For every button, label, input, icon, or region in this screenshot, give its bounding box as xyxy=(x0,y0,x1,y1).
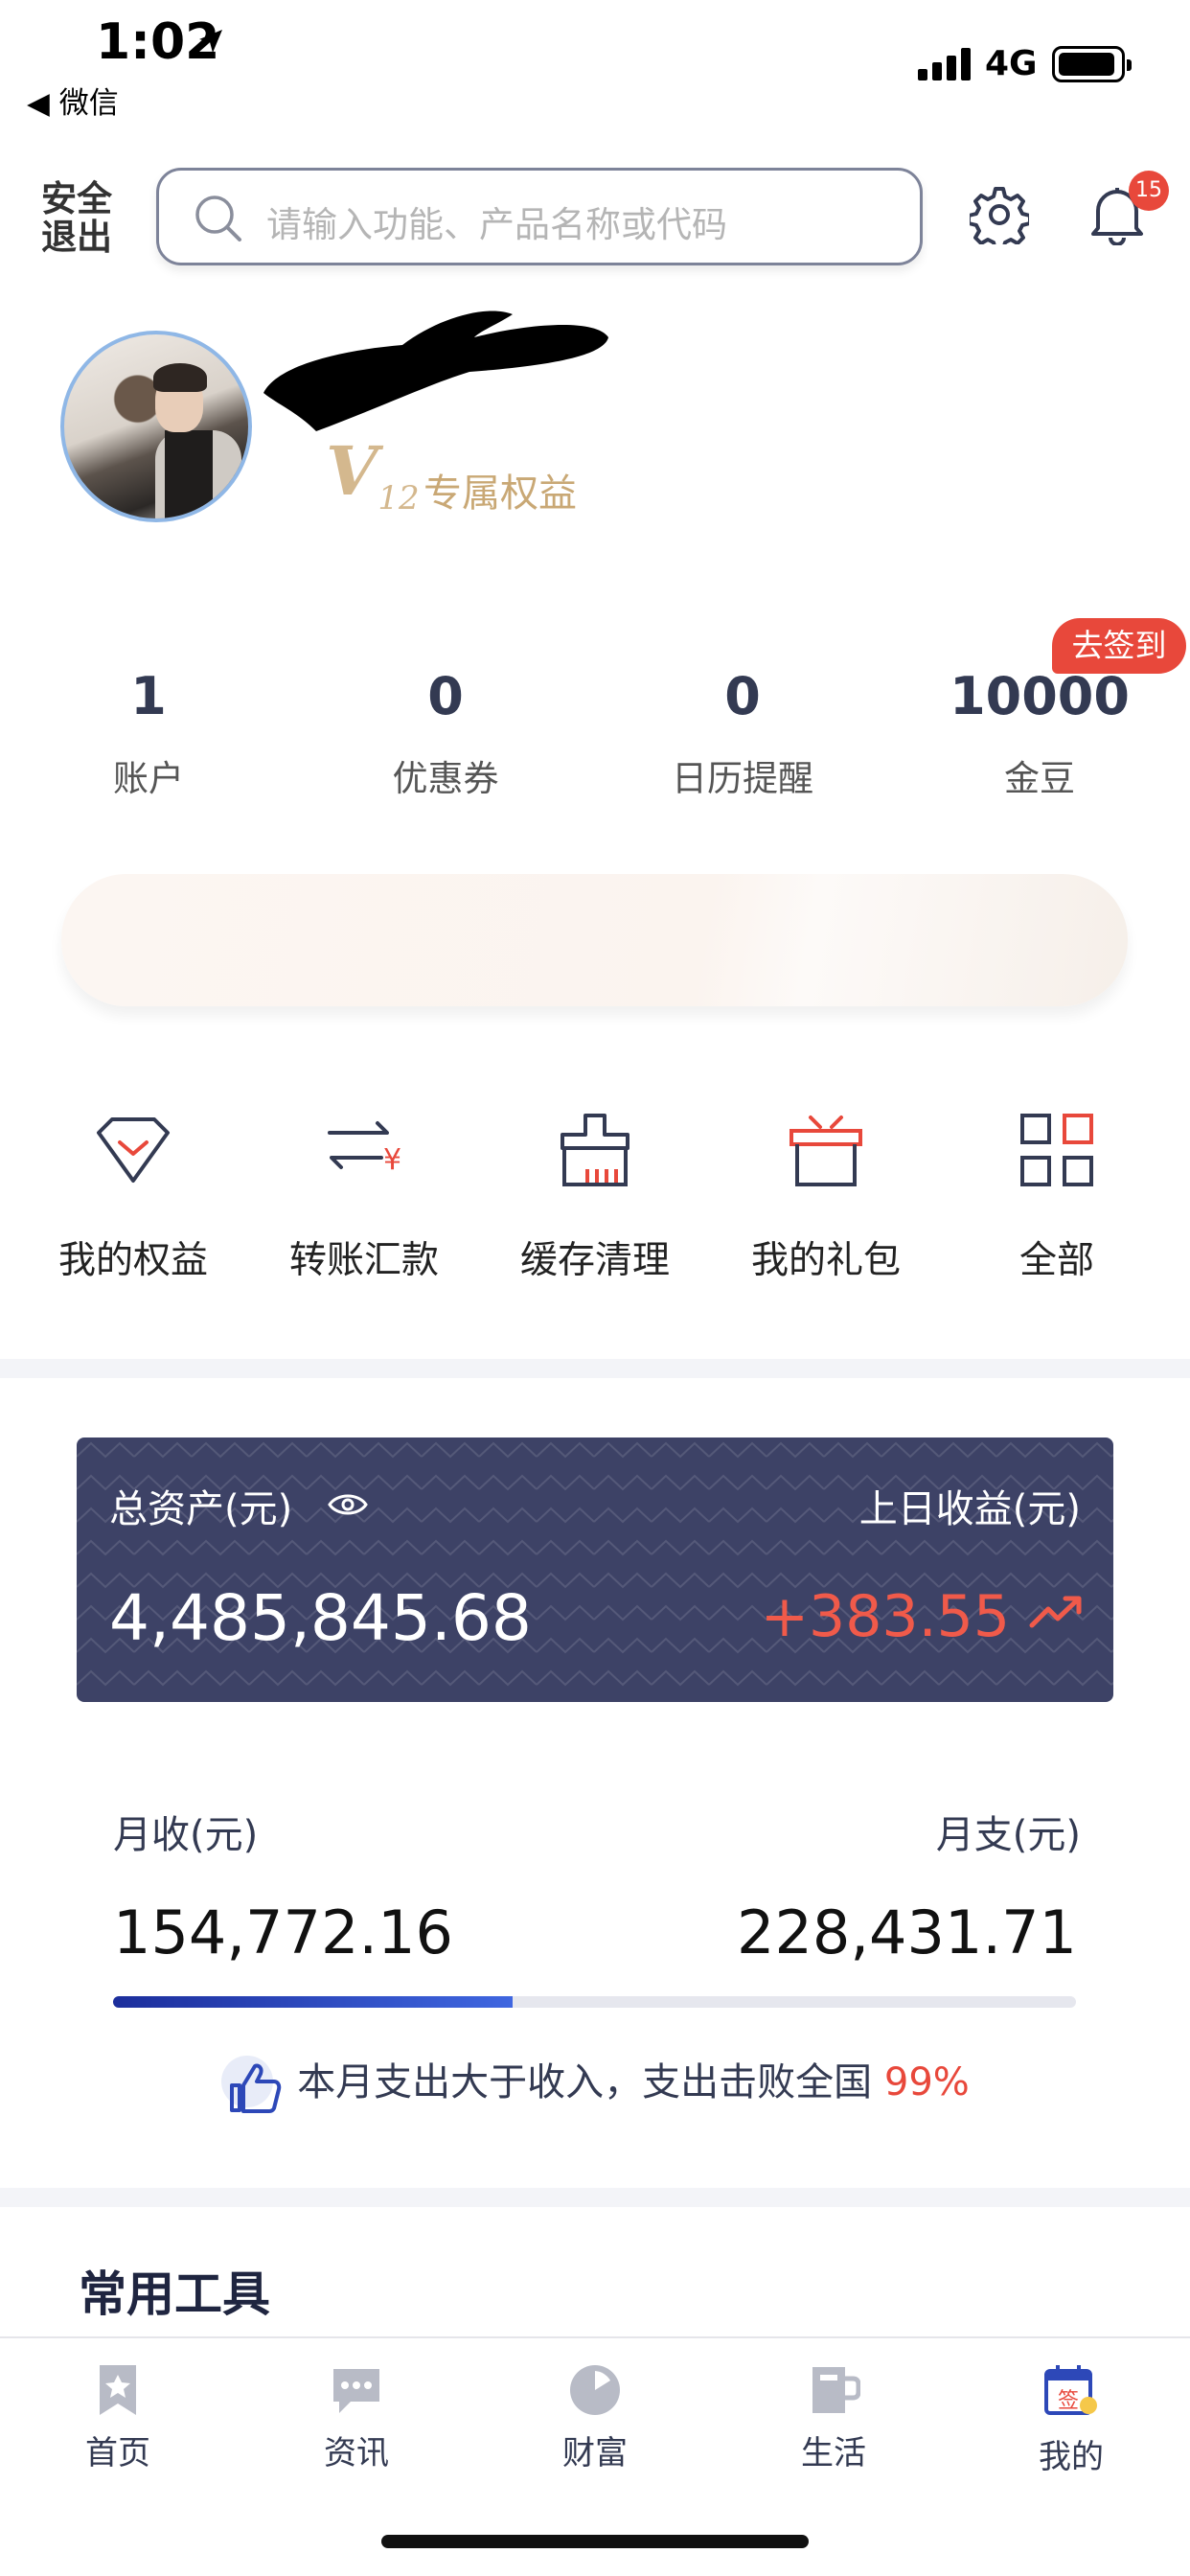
stat-gold-beans[interactable]: 10000 金豆 xyxy=(925,666,1155,801)
quick-menu-my-gifts[interactable]: 我的礼包 xyxy=(716,1112,936,1284)
chat-icon xyxy=(333,2369,379,2413)
search-icon xyxy=(195,196,241,242)
transfer-icon: ¥ xyxy=(328,1121,401,1177)
stat-label: 金豆 xyxy=(1004,758,1075,799)
quick-menu-label: 转账汇款 xyxy=(288,1239,439,1282)
monthly-expense-label: 月支(元) xyxy=(935,1813,1081,1857)
quick-menu-all[interactable]: 全部 xyxy=(947,1112,1167,1284)
stat-label: 账户 xyxy=(113,758,184,799)
notification-count-badge: 15 xyxy=(1129,171,1169,211)
back-to-wechat-link[interactable]: ◀ 微信 xyxy=(27,79,119,122)
tab-label: 资讯 xyxy=(324,2434,389,2472)
tab-label: 财富 xyxy=(562,2434,628,2472)
tab-mine[interactable]: 签 我的 xyxy=(999,2363,1143,2477)
avatar[interactable] xyxy=(60,331,252,522)
income-expense-progress-bar xyxy=(113,1996,1076,2008)
progress-fill xyxy=(113,1996,514,2008)
vip-level-number: 12 xyxy=(378,479,420,518)
quick-menu-my-benefits[interactable]: 我的权益 xyxy=(23,1112,243,1284)
thumbs-up-icon xyxy=(221,2056,282,2113)
monthly-income-label: 月收(元) xyxy=(113,1813,259,1857)
vip-benefits-link[interactable]: 专属权益 xyxy=(423,462,577,518)
common-tools-title: 常用工具 xyxy=(79,2266,270,2322)
monthly-expense-value: 228,431.71 xyxy=(737,1898,1077,1967)
stat-value: 10000 xyxy=(950,666,1130,726)
tab-label: 我的 xyxy=(1039,2438,1104,2476)
settings-gear-icon[interactable] xyxy=(970,185,1029,244)
stat-calendar-reminders[interactable]: 0 日历提醒 xyxy=(628,666,858,801)
yesterday-earnings-label: 上日收益(元) xyxy=(858,1487,1081,1531)
vip-level-letter: V xyxy=(326,431,378,511)
stat-coupons[interactable]: 0 优惠券 xyxy=(331,666,561,801)
yesterday-earnings-value: +383.55 xyxy=(760,1583,1010,1650)
gift-icon xyxy=(790,1116,862,1186)
svg-text:¥: ¥ xyxy=(383,1143,401,1177)
broom-icon xyxy=(561,1114,629,1186)
quick-menu-transfer[interactable]: ¥ 转账汇款 xyxy=(254,1112,474,1284)
pie-icon xyxy=(570,2365,620,2415)
location-arrow-icon xyxy=(199,30,222,53)
quick-menu-label: 缓存清理 xyxy=(519,1239,670,1282)
grid-icon xyxy=(1020,1114,1093,1186)
logout-button[interactable]: 安全退出 xyxy=(38,180,115,257)
trend-up-icon xyxy=(1029,1596,1082,1628)
cup-icon xyxy=(812,2367,860,2413)
quick-menu-label: 我的权益 xyxy=(57,1239,208,1282)
quick-menu-cache-clean[interactable]: 缓存清理 xyxy=(485,1112,705,1284)
tab-label: 生活 xyxy=(801,2434,866,2472)
stat-accounts[interactable]: 1 账户 xyxy=(34,666,263,801)
tab-label: 首页 xyxy=(85,2434,150,2472)
total-assets-card[interactable]: 总资产(元) 4,485,845.68 上日收益(元) +383.55 xyxy=(77,1438,1113,1702)
tab-home[interactable]: 首页 xyxy=(46,2363,190,2473)
total-assets-label: 总资产(元) xyxy=(109,1487,293,1531)
vip-level-badge[interactable]: V12 xyxy=(326,431,420,518)
redacted-username xyxy=(263,310,608,431)
signal-strength-icon xyxy=(918,48,973,80)
total-assets-value: 4,485,845.68 xyxy=(109,1581,532,1655)
checkin-button[interactable]: 去签到 xyxy=(1052,618,1186,674)
tip-percent: 99% xyxy=(883,2060,970,2104)
stat-label: 日历提醒 xyxy=(672,758,813,799)
search-input[interactable]: 请输入功能、产品名称或代码 xyxy=(156,168,923,265)
stat-value: 1 xyxy=(130,666,167,726)
section-divider xyxy=(0,2188,1190,2207)
quick-menu-label: 我的礼包 xyxy=(750,1239,901,1282)
svg-text:签: 签 xyxy=(1058,2389,1079,2413)
search-placeholder: 请输入功能、产品名称或代码 xyxy=(266,204,727,245)
stat-value: 0 xyxy=(427,666,464,726)
spending-tip: 本月支出大于收入，支出击败全国 99% xyxy=(0,2051,1190,2116)
quick-menu-label: 全部 xyxy=(1018,1239,1094,1282)
stat-label: 优惠券 xyxy=(392,758,499,799)
section-divider xyxy=(0,1359,1190,1378)
monthly-income-value: 154,772.16 xyxy=(113,1898,453,1967)
tip-text: 本月支出大于收入，支出击败全国 xyxy=(297,2060,884,2104)
tab-news[interactable]: 资讯 xyxy=(285,2363,428,2473)
status-bar: 1:02 ◀ 微信 4G xyxy=(0,0,1190,122)
home-indicator[interactable] xyxy=(381,2535,809,2548)
eye-icon[interactable] xyxy=(328,1490,368,1519)
network-type: 4G xyxy=(985,44,1038,83)
diamond-icon xyxy=(97,1117,170,1183)
bookmark-icon xyxy=(100,2365,136,2415)
stat-value: 0 xyxy=(724,666,761,726)
tab-life[interactable]: 生活 xyxy=(762,2363,905,2473)
battery-icon xyxy=(1052,46,1132,82)
promo-banner[interactable] xyxy=(61,874,1128,1006)
tab-wealth[interactable]: 财富 xyxy=(523,2363,667,2473)
calendar-sign-icon: 签 xyxy=(1044,2365,1097,2415)
